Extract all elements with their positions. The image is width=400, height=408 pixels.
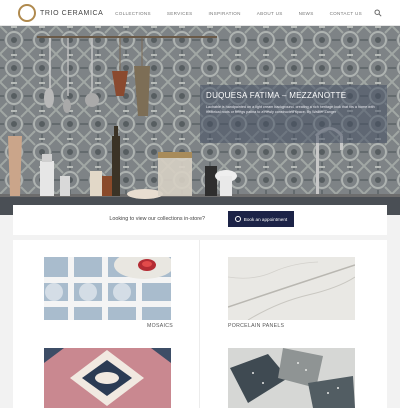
nav-services[interactable]: SERVICES [167,11,193,16]
hero-banner: DUQUESA FATIMA – MEZZANOTTE Lachable is … [0,26,400,215]
logo-text: TRIO CERAMICA [40,9,104,17]
nav-inspiration[interactable]: INSPIRATION [208,11,240,16]
book-appointment-button[interactable]: Book an appointment [228,211,294,227]
main-nav: COLLECTIONS SERVICES INSPIRATION ABOUT U… [115,9,382,17]
porcelain-panels-card-image[interactable] [228,257,355,320]
appointment-strip: Looking to view our collections in-store… [13,205,387,235]
hero-caption: DUQUESA FATIMA – MEZZANOTTE Lachable is … [200,85,387,143]
nav-collections[interactable]: COLLECTIONS [115,11,151,16]
porcelain-panels-label[interactable]: PORCELAIN PANELS [228,323,284,329]
mosaics-label[interactable]: MOSAICS [147,323,173,329]
site-header: TRIO CERAMICA COLLECTIONS SERVICES INSPI… [0,0,400,26]
logo-ring-icon [18,4,36,22]
clock-icon [234,216,241,222]
patterned-tile-card-image[interactable] [44,348,171,408]
nav-contact-us[interactable]: CONTACT US [330,11,362,16]
search-icon[interactable] [374,9,382,17]
terrazzo-card-image[interactable] [228,348,355,408]
appointment-prompt: Looking to view our collections in-store… [109,216,205,222]
hero-description: Lachable is handpainted on a light cream… [206,105,375,114]
hero-title: DUQUESA FATIMA – MEZZANOTTE [206,91,347,100]
grid-divider [199,240,200,408]
collections-grid: MOSAICS PORCELAIN PANELS [13,240,387,408]
logo[interactable]: TRIO CERAMICA [18,4,103,22]
book-appointment-label: Book an appointment [243,216,288,222]
nav-about-us[interactable]: ABOUT US [257,11,283,16]
nav-news[interactable]: NEWS [299,11,314,16]
mosaics-card-image[interactable] [44,257,171,320]
